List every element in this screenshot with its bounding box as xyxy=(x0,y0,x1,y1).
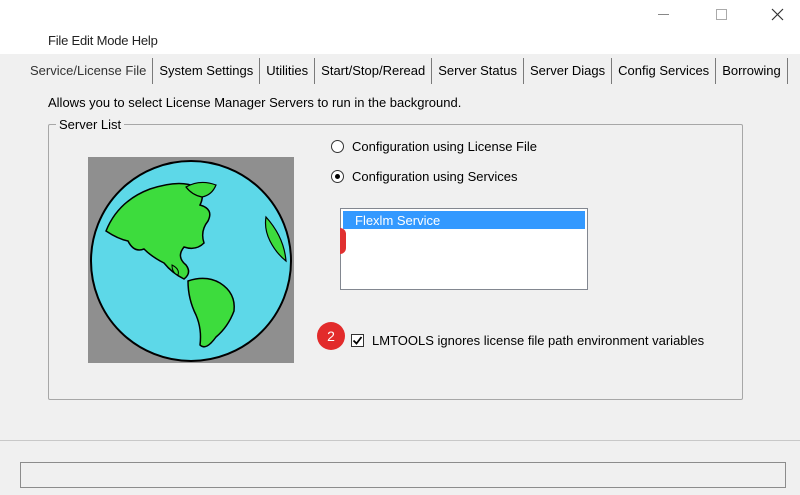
maximize-button[interactable] xyxy=(698,0,744,28)
tab-utilities[interactable]: Utilities xyxy=(260,58,316,84)
tab-server-status[interactable]: Server Status xyxy=(432,58,524,84)
close-icon xyxy=(771,8,783,20)
tab-system-settings[interactable]: System Settings xyxy=(153,58,261,84)
tab-borrowing[interactable]: Borrowing xyxy=(716,58,788,84)
tab-service-license-file[interactable]: Service/License File xyxy=(0,58,154,84)
server-list-title: Server List xyxy=(56,117,125,132)
title-bar xyxy=(0,0,800,28)
step-badge: 2 xyxy=(317,322,345,350)
checkbox-box[interactable] xyxy=(351,334,364,347)
tab-strip: Service/License File System Settings Uti… xyxy=(0,57,788,84)
info-text: Allows you to select License Manager Ser… xyxy=(48,95,462,110)
radio-license-file[interactable]: Configuration using License File xyxy=(331,139,537,154)
close-button[interactable] xyxy=(754,0,800,28)
minimize-icon xyxy=(657,13,669,15)
minimize-button[interactable] xyxy=(640,0,686,28)
menu-bar: File Edit Mode Help xyxy=(0,28,800,54)
globe-icon xyxy=(90,160,292,362)
tab-server-diags[interactable]: Server Diags xyxy=(524,58,613,84)
radio-license-file-indicator[interactable] xyxy=(331,140,344,153)
menu-items[interactable]: File Edit Mode Help xyxy=(48,33,158,48)
ignore-env-vars-checkbox[interactable]: LMTOOLS ignores license file path enviro… xyxy=(351,333,704,348)
radio-license-file-label: Configuration using License File xyxy=(352,139,537,154)
status-bar xyxy=(20,462,786,488)
checkmark-icon xyxy=(352,336,363,345)
checkbox-label: LMTOOLS ignores license file path enviro… xyxy=(372,333,705,348)
maximize-icon xyxy=(715,8,727,20)
annotation-marker xyxy=(340,228,346,254)
list-item[interactable]: Flexlm Service xyxy=(343,211,585,229)
radio-services[interactable]: Configuration using Services xyxy=(331,169,517,184)
tab-config-services[interactable]: Config Services xyxy=(612,58,717,84)
radio-services-label: Configuration using Services xyxy=(352,169,518,184)
services-listbox[interactable]: Flexlm Service xyxy=(340,208,588,290)
divider xyxy=(0,440,800,441)
lmtools-window: File Edit Mode Help Service/License File… xyxy=(0,0,800,495)
globe-image xyxy=(88,157,294,363)
radio-services-indicator[interactable] xyxy=(331,170,344,183)
tab-start-stop-reread[interactable]: Start/Stop/Reread xyxy=(315,58,433,84)
